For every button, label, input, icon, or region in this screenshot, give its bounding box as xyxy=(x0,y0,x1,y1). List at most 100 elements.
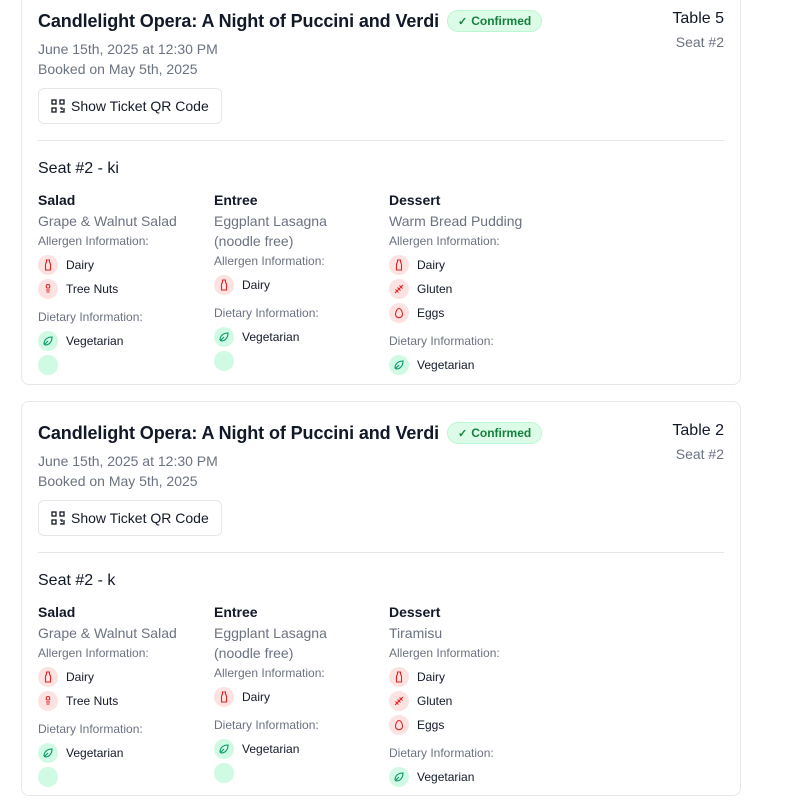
course-name: Entree xyxy=(214,192,258,208)
course-column-entree: Entree Eggplant Lasagna (noodle free) Al… xyxy=(214,191,384,373)
dietary-item-empty xyxy=(214,761,384,785)
nut-icon xyxy=(38,691,58,711)
dish-name: Eggplant Lasagna xyxy=(214,625,327,641)
dietary-item: Vegetarian xyxy=(214,325,384,349)
dietary-list: Vegetarian xyxy=(214,325,384,373)
seat-title: Seat #2 - k xyxy=(38,572,116,589)
course-name: Dessert xyxy=(389,604,441,620)
dietary-list: Vegetarian xyxy=(214,737,384,785)
blank-icon xyxy=(214,351,234,371)
allergen-item: Tree Nuts xyxy=(38,689,208,713)
booking-card: Candlelight Opera: A Night of Puccini an… xyxy=(21,401,741,796)
allergen-list: Dairy Gluten Eggs xyxy=(389,253,559,325)
allergen-item: Dairy xyxy=(38,665,208,689)
dietary-list: Vegetarian xyxy=(38,741,208,789)
allergen-item: Gluten xyxy=(389,277,559,301)
dietary-item: Vegetarian xyxy=(38,329,208,353)
dietary-name: Vegetarian xyxy=(66,746,124,760)
dish-name: Warm Bread Pudding xyxy=(389,213,523,229)
allergen-list: Dairy Tree Nuts xyxy=(38,665,208,713)
booking-card: Candlelight Opera: A Night of Puccini an… xyxy=(21,0,741,385)
allergen-name: Tree Nuts xyxy=(66,282,119,296)
allergen-name: Eggs xyxy=(417,306,445,320)
dietary-label: Dietary Information: xyxy=(214,718,319,732)
allergen-item: Dairy xyxy=(389,253,559,277)
qr-button-label: Show Ticket QR Code xyxy=(71,510,209,526)
dish-name-note: (noodle free) xyxy=(214,233,294,249)
allergen-item: Dairy xyxy=(38,253,208,277)
dietary-label: Dietary Information: xyxy=(389,334,494,348)
course-column-salad: Salad Grape & Walnut Salad Allergen Info… xyxy=(38,191,208,377)
divider xyxy=(38,552,724,553)
status-label: Confirmed xyxy=(471,426,532,440)
check-icon: ✓ xyxy=(458,427,468,440)
dietary-item-empty xyxy=(38,765,208,789)
dietary-item: Vegetarian xyxy=(389,353,559,377)
dietary-label: Dietary Information: xyxy=(38,722,143,736)
leaf-icon xyxy=(38,331,58,351)
leaf-icon xyxy=(214,327,234,347)
dietary-label: Dietary Information: xyxy=(38,310,143,324)
dietary-item-empty xyxy=(214,349,384,373)
dietary-name: Vegetarian xyxy=(417,770,475,784)
qr-code-icon xyxy=(51,511,65,525)
seat-label: Seat #2 xyxy=(675,34,724,50)
allergen-name: Eggs xyxy=(417,718,445,732)
allergen-item: Dairy xyxy=(214,273,384,297)
wheat-icon xyxy=(389,691,409,711)
leaf-icon xyxy=(38,743,58,763)
allergen-label: Allergen Information: xyxy=(389,646,500,660)
course-name: Entree xyxy=(214,604,258,620)
allergen-list: Dairy Tree Nuts xyxy=(38,253,208,301)
allergen-item: Gluten xyxy=(389,689,559,713)
divider xyxy=(38,140,724,141)
leaf-icon xyxy=(389,767,409,787)
blank-icon xyxy=(38,355,58,375)
event-date: June 15th, 2025 at 12:30 PM xyxy=(38,453,218,469)
status-label: Confirmed xyxy=(471,14,532,28)
dish-name: Tiramisu xyxy=(389,625,443,641)
allergen-name: Dairy xyxy=(66,670,95,684)
course-column-entree: Entree Eggplant Lasagna (noodle free) Al… xyxy=(214,603,384,785)
allergen-label: Allergen Information: xyxy=(38,234,149,248)
milk-bottle-icon xyxy=(38,667,58,687)
course-name: Salad xyxy=(38,604,76,620)
event-title: Candlelight Opera: A Night of Puccini an… xyxy=(38,422,440,443)
milk-bottle-icon xyxy=(214,687,234,707)
dish-name: Grape & Walnut Salad xyxy=(38,625,177,641)
allergen-name: Gluten xyxy=(417,282,453,296)
dietary-list: Vegetarian xyxy=(389,765,559,789)
allergen-label: Allergen Information: xyxy=(38,646,149,660)
dietary-list: Vegetarian xyxy=(38,329,208,377)
course-column-dessert: Dessert Tiramisu Allergen Information: D… xyxy=(389,603,559,789)
booked-date: Booked on May 5th, 2025 xyxy=(38,61,198,77)
dietary-label: Dietary Information: xyxy=(389,746,494,760)
table-label: Table 5 xyxy=(672,10,724,27)
allergen-name: Gluten xyxy=(417,694,453,708)
seat-title: Seat #2 - ki xyxy=(38,160,119,177)
dietary-item-empty xyxy=(38,353,208,377)
show-qr-button[interactable]: Show Ticket QR Code xyxy=(38,500,222,536)
dietary-item: Vegetarian xyxy=(389,765,559,789)
status-badge: ✓ Confirmed xyxy=(447,10,543,32)
allergen-name: Dairy xyxy=(417,258,446,272)
milk-bottle-icon xyxy=(214,275,234,295)
dietary-name: Vegetarian xyxy=(66,334,124,348)
show-qr-button[interactable]: Show Ticket QR Code xyxy=(38,88,222,124)
dish-name: Eggplant Lasagna xyxy=(214,213,327,229)
course-name: Salad xyxy=(38,192,76,208)
course-column-salad: Salad Grape & Walnut Salad Allergen Info… xyxy=(38,603,208,789)
dietary-list: Vegetarian xyxy=(389,353,559,377)
allergen-label: Allergen Information: xyxy=(214,254,325,268)
allergen-name: Dairy xyxy=(242,278,271,292)
allergen-item: Dairy xyxy=(389,665,559,689)
allergen-label: Allergen Information: xyxy=(214,666,325,680)
booking-header: Candlelight Opera: A Night of Puccini an… xyxy=(38,402,724,542)
dish-name-note: (noodle free) xyxy=(214,645,294,661)
allergen-list: Dairy Gluten Eggs xyxy=(389,665,559,737)
check-icon: ✓ xyxy=(458,15,468,28)
event-title: Candlelight Opera: A Night of Puccini an… xyxy=(38,10,440,31)
status-badge: ✓ Confirmed xyxy=(447,422,543,444)
allergen-item: Tree Nuts xyxy=(38,277,208,301)
nut-icon xyxy=(38,279,58,299)
